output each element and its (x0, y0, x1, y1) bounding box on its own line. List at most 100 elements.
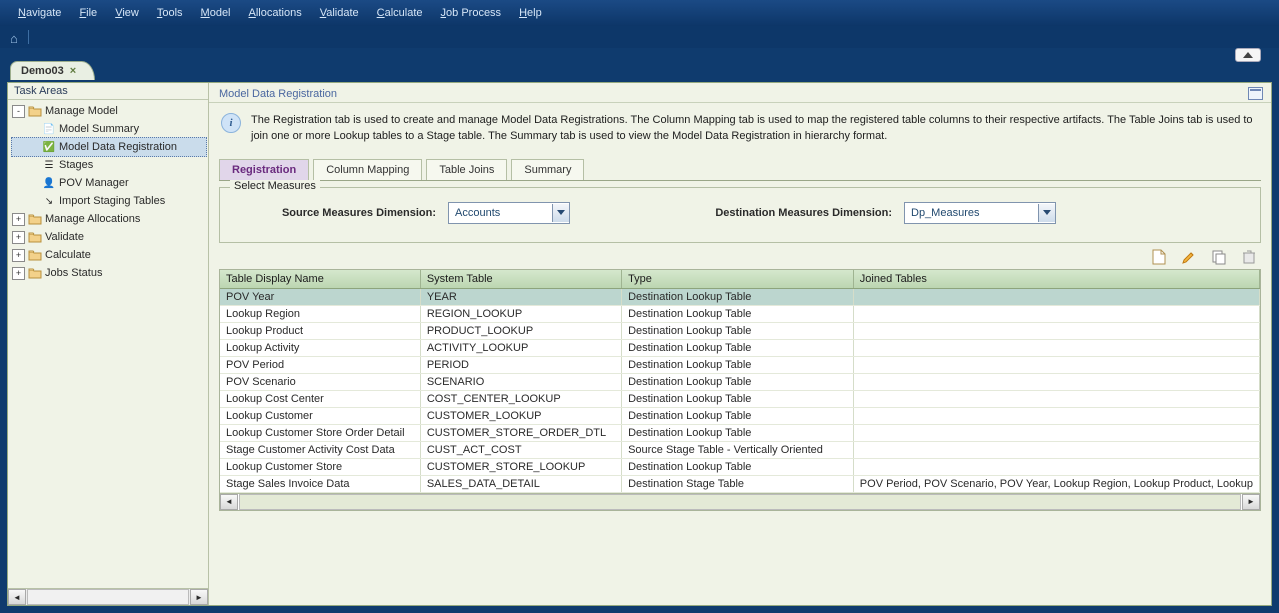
cell: Destination Lookup Table (622, 424, 854, 441)
menu-navigate[interactable]: Navigate (10, 5, 69, 21)
cell (853, 322, 1259, 339)
cell: Destination Lookup Table (622, 390, 854, 407)
tree-item-label: POV Manager (59, 177, 129, 189)
cell: Lookup Customer Store Order Detail (220, 424, 420, 441)
close-icon[interactable]: × (70, 65, 76, 77)
column-joined-tables[interactable]: Joined Tables (853, 270, 1259, 289)
import-icon: ↘ (42, 195, 56, 207)
workspace-tab-label: Demo03 (21, 65, 64, 77)
home-icon[interactable] (10, 31, 22, 43)
tree-item-stages[interactable]: ☰Stages (12, 156, 206, 174)
cell: Lookup Customer (220, 407, 420, 424)
cell: ACTIVITY_LOOKUP (420, 339, 621, 356)
cell: REGION_LOOKUP (420, 305, 621, 322)
tree-item-manage-allocations[interactable]: +Manage Allocations (12, 210, 206, 228)
tab-summary[interactable]: Summary (511, 159, 584, 180)
table-row[interactable]: Lookup ProductPRODUCT_LOOKUPDestination … (220, 322, 1260, 339)
table-row[interactable]: Lookup CustomerCUSTOMER_LOOKUPDestinatio… (220, 407, 1260, 424)
table-row[interactable]: POV ScenarioSCENARIODestination Lookup T… (220, 373, 1260, 390)
table-row[interactable]: Lookup Cost CenterCOST_CENTER_LOOKUPDest… (220, 390, 1260, 407)
tree-item-calculate[interactable]: +Calculate (12, 246, 206, 264)
menu-help[interactable]: Help (511, 5, 550, 21)
folder-icon (28, 105, 42, 117)
cell: CUSTOMER_STORE_ORDER_DTL (420, 424, 621, 441)
new-icon[interactable] (1151, 249, 1167, 265)
menu-job-process[interactable]: Job Process (433, 5, 510, 21)
cell: CUSTOMER_STORE_LOOKUP (420, 458, 621, 475)
cell (853, 288, 1259, 305)
cell: POV Period (220, 356, 420, 373)
collapse-icon[interactable]: - (12, 105, 25, 118)
sidebar-hscroll[interactable]: ◄ ► (8, 588, 208, 605)
person-icon: 👤 (42, 177, 56, 189)
scroll-left-button[interactable]: ◄ (8, 589, 26, 605)
expand-icon[interactable]: + (12, 267, 25, 280)
table-row[interactable]: POV PeriodPERIODDestination Lookup Table (220, 356, 1260, 373)
collapse-up-button[interactable] (1235, 48, 1261, 62)
menu-calculate[interactable]: Calculate (369, 5, 431, 21)
copy-icon[interactable] (1211, 249, 1227, 265)
chevron-down-icon[interactable] (552, 204, 569, 222)
delete-icon[interactable] (1241, 249, 1257, 265)
scroll-track[interactable] (27, 589, 189, 605)
workspace-tabstrip: Demo03 × (10, 61, 95, 80)
cell: Destination Lookup Table (622, 407, 854, 424)
column-type[interactable]: Type (622, 270, 854, 289)
edit-icon[interactable] (1181, 249, 1197, 265)
table-row[interactable]: Lookup ActivityACTIVITY_LOOKUPDestinatio… (220, 339, 1260, 356)
cell: POV Scenario (220, 373, 420, 390)
cell (853, 458, 1259, 475)
cell (853, 356, 1259, 373)
breadcrumb-divider (28, 30, 29, 44)
tree-item-validate[interactable]: +Validate (12, 228, 206, 246)
maximize-icon[interactable] (1248, 87, 1263, 100)
cell: Source Stage Table - Vertically Oriented (622, 441, 854, 458)
tree-item-jobs-status[interactable]: +Jobs Status (12, 264, 206, 282)
menu-tools[interactable]: Tools (149, 5, 191, 21)
column-system-table[interactable]: System Table (420, 270, 621, 289)
tree-item-model-summary[interactable]: 📄Model Summary (12, 120, 206, 138)
expand-icon[interactable]: + (12, 231, 25, 244)
info-row: i The Registration tab is used to create… (209, 103, 1271, 159)
cell: Stage Sales Invoice Data (220, 475, 420, 492)
tree-item-label: Import Staging Tables (59, 195, 165, 207)
menu-validate[interactable]: Validate (312, 5, 367, 21)
select-measures-group: Select Measures Source Measures Dimensio… (219, 187, 1261, 243)
grid-hscroll[interactable]: ◄ ► (220, 493, 1260, 510)
scroll-right-button[interactable]: ► (1242, 494, 1260, 510)
expand-icon[interactable]: + (12, 213, 25, 226)
menu-allocations[interactable]: Allocations (241, 5, 310, 21)
cell: Lookup Customer Store (220, 458, 420, 475)
source-measures-label: Source Measures Dimension: (236, 207, 436, 219)
table-row[interactable]: Stage Customer Activity Cost DataCUST_AC… (220, 441, 1260, 458)
tab-table-joins[interactable]: Table Joins (426, 159, 507, 180)
cell: POV Year (220, 288, 420, 305)
source-measures-combo[interactable]: Accounts (448, 202, 570, 224)
chevron-down-icon[interactable] (1038, 204, 1055, 222)
table-row[interactable]: Lookup Customer Store Order DetailCUSTOM… (220, 424, 1260, 441)
menu-file[interactable]: File (71, 5, 105, 21)
dest-measures-combo[interactable]: Dp_Measures (904, 202, 1056, 224)
tree-item-pov-manager[interactable]: 👤POV Manager (12, 174, 206, 192)
tree-item-model-data-registration[interactable]: ✅Model Data Registration (11, 137, 207, 157)
tree-item-label: Stages (59, 159, 93, 171)
menu-model[interactable]: Model (193, 5, 239, 21)
table-row[interactable]: Lookup RegionREGION_LOOKUPDestination Lo… (220, 305, 1260, 322)
column-table-display-name[interactable]: Table Display Name (220, 270, 420, 289)
table-row[interactable]: POV YearYEARDestination Lookup Table (220, 288, 1260, 305)
tree-item-import-staging-tables[interactable]: ↘Import Staging Tables (12, 192, 206, 210)
table-row[interactable]: Stage Sales Invoice DataSALES_DATA_DETAI… (220, 475, 1260, 492)
scroll-left-button[interactable]: ◄ (220, 494, 238, 510)
workspace-tab[interactable]: Demo03 × (10, 61, 95, 80)
tab-registration[interactable]: Registration (219, 159, 309, 180)
breadcrumb (0, 26, 1279, 48)
scroll-track[interactable] (239, 494, 1241, 510)
table-row[interactable]: Lookup Customer StoreCUSTOMER_STORE_LOOK… (220, 458, 1260, 475)
expand-icon[interactable]: + (12, 249, 25, 262)
tab-column-mapping[interactable]: Column Mapping (313, 159, 422, 180)
tree-item-manage-model[interactable]: -Manage Model (12, 102, 206, 120)
cell: PRODUCT_LOOKUP (420, 322, 621, 339)
menu-view[interactable]: View (107, 5, 147, 21)
scroll-right-button[interactable]: ► (190, 589, 208, 605)
tree-item-label: Model Summary (59, 123, 139, 135)
